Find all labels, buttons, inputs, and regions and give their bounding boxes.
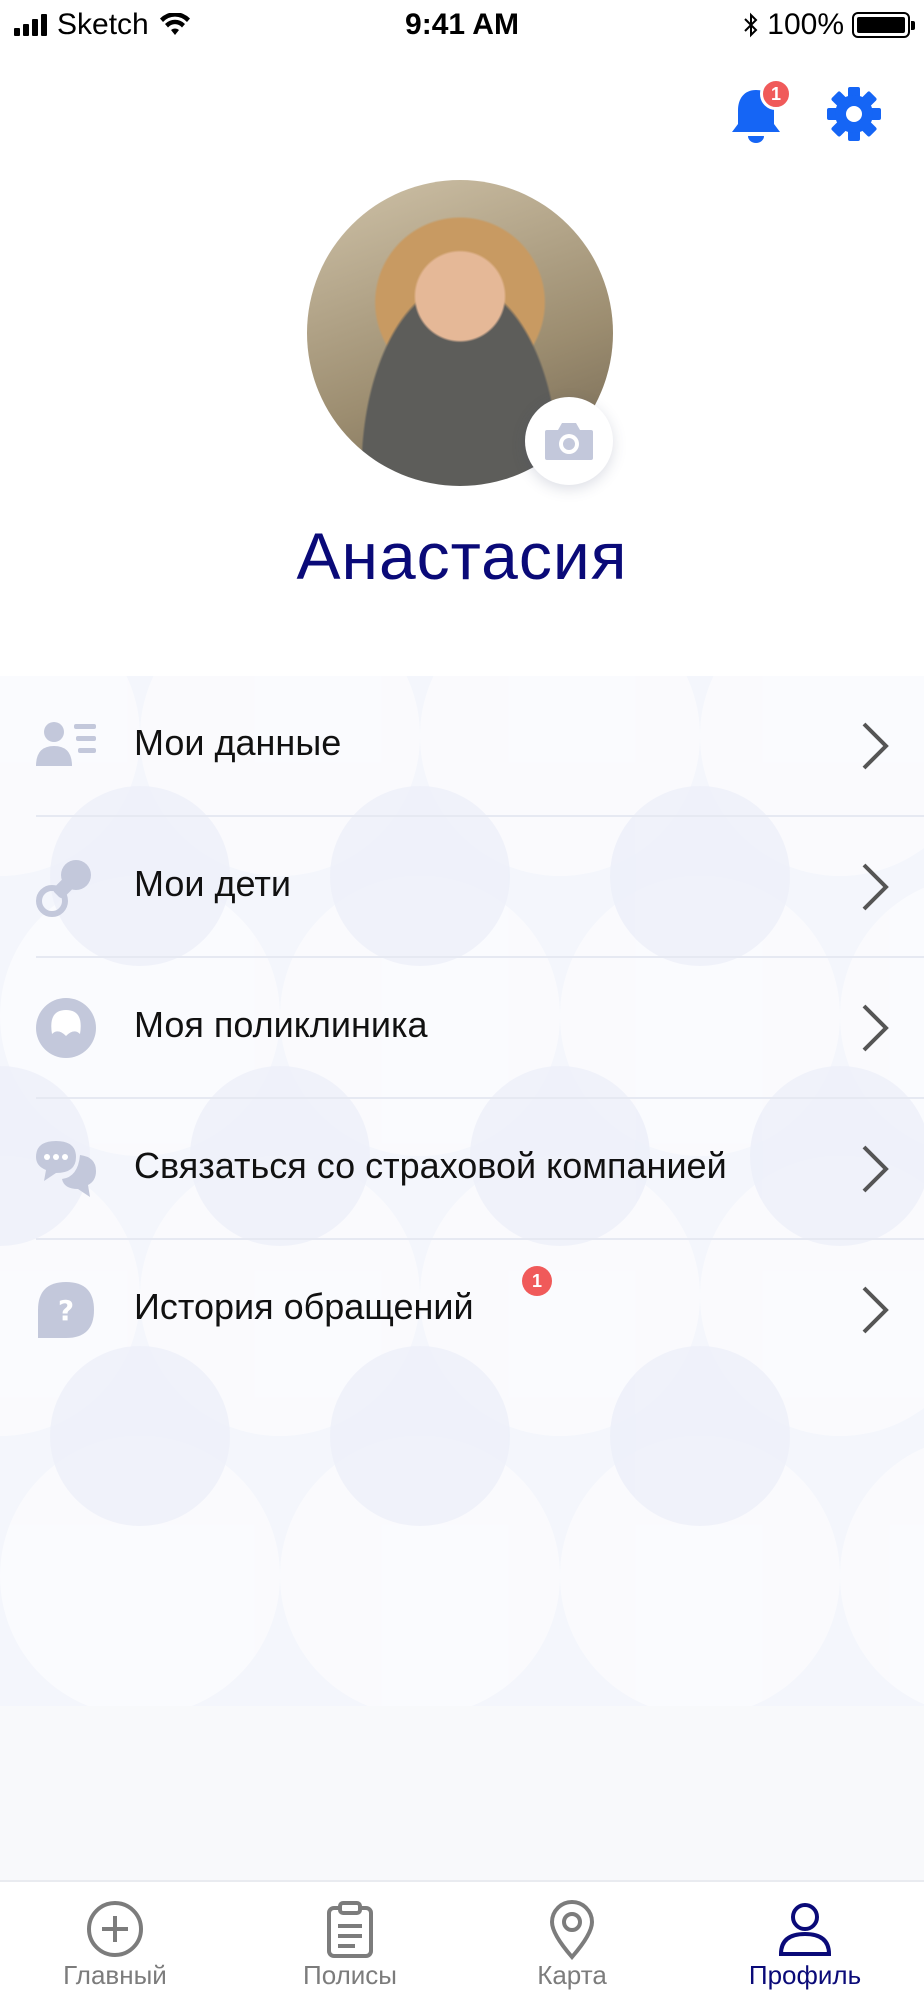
- battery-icon: [852, 12, 915, 38]
- question-bubble-icon: ?: [38, 1282, 94, 1338]
- chat-bubbles-icon: [36, 1141, 96, 1197]
- pacifier-icon: [36, 860, 91, 917]
- chevron-right-icon: [862, 1004, 889, 1052]
- menu-item-label: Мои дети: [134, 863, 291, 904]
- bluetooth-icon: [744, 12, 758, 38]
- status-right: 100%: [743, 8, 915, 42]
- menu-item-label: Моя поликлиника: [134, 1004, 428, 1045]
- svg-text:?: ?: [58, 1294, 74, 1327]
- person-icon: [778, 1903, 832, 1956]
- tab-policies[interactable]: Полисы: [235, 1882, 465, 2000]
- plus-circle-icon: [87, 1901, 143, 1957]
- tab-label: Карта: [537, 1960, 607, 1990]
- battery-percent: 100%: [767, 8, 844, 41]
- tab-home[interactable]: Главный: [0, 1882, 230, 2000]
- menu-item-label: Мои данные: [134, 722, 342, 763]
- chevron-right-icon: [862, 722, 889, 770]
- status-bar: Sketch 9:41 AM 100%: [0, 0, 924, 54]
- menu-item-my-children[interactable]: Мои дети: [0, 817, 924, 958]
- chevron-right-icon: [862, 1145, 889, 1193]
- tab-profile[interactable]: Профиль: [690, 1882, 920, 2000]
- tab-label: Профиль: [748, 1960, 862, 1990]
- change-photo-button[interactable]: [525, 397, 613, 485]
- gear-icon[interactable]: [826, 86, 882, 142]
- profile-menu-area: Мои данные Мои дети Моя поликлиника Связ…: [0, 676, 924, 1880]
- tab-map[interactable]: Карта: [457, 1882, 687, 2000]
- notification-badge: 1: [760, 78, 792, 110]
- menu-item-contact-insurer[interactable]: Связаться со страховой компанией: [0, 1099, 924, 1240]
- menu-item-my-data[interactable]: Мои данные: [0, 676, 924, 817]
- chevron-right-icon: [862, 1286, 889, 1334]
- menu-item-label: Связаться со страховой компанией: [134, 1145, 727, 1186]
- menu-item-my-clinic[interactable]: Моя поликлиника: [0, 958, 924, 1099]
- profile-menu: Мои данные Мои дети Моя поликлиника Связ…: [0, 676, 924, 1381]
- user-list-icon: [36, 722, 96, 766]
- tab-bar: Главный Полисы Карта Профиль: [0, 1880, 924, 2000]
- menu-item-request-history[interactable]: ? История обращений 1: [0, 1240, 924, 1381]
- user-name: Анастасия: [296, 519, 628, 593]
- camera-icon: [545, 423, 593, 460]
- tab-label: Полисы: [303, 1960, 397, 1990]
- chevron-right-icon: [862, 863, 889, 911]
- map-pin-icon: [549, 1900, 595, 1960]
- clipboard-icon: [327, 1901, 373, 1958]
- clinic-icon: [36, 998, 96, 1058]
- tab-label: Главный: [63, 1960, 167, 1990]
- request-history-badge: 1: [522, 1266, 552, 1296]
- menu-item-label: История обращений: [134, 1286, 474, 1327]
